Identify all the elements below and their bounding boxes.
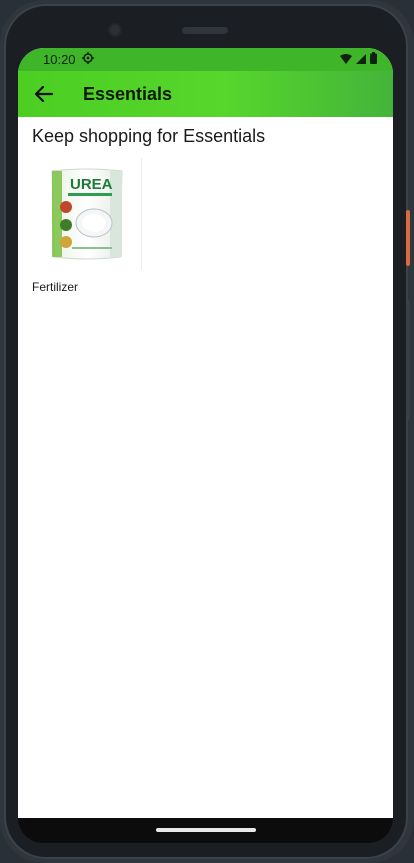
page-title: Essentials [83,83,173,104]
gear-icon [81,52,94,67]
home-gesture-bar[interactable] [156,828,256,832]
status-time: 10:20 [43,52,76,67]
app-screen: 10:20 Essentials Keep shopping for Essen… [18,48,393,818]
product-image: UREA [32,158,142,270]
wifi-icon [340,52,352,67]
product-brand-text: UREA [70,176,113,193]
product-card-fertilizer[interactable]: UREA Fertilizer [32,158,144,300]
battery-icon [370,52,377,67]
volume-button[interactable] [406,300,410,420]
phone-frame: 10:20 Essentials Keep shopping for Essen… [0,0,414,863]
product-name: Fertilizer [32,280,79,294]
status-bar: 10:20 [18,48,393,71]
section-title: Keep shopping for Essentials [32,126,266,146]
app-bar: Essentials [18,71,393,117]
power-button[interactable] [406,210,410,266]
arrow-left-icon [35,86,53,102]
front-camera [108,23,122,37]
earpiece-speaker [182,27,228,34]
back-button[interactable] [33,83,55,105]
signal-icon [356,52,366,67]
